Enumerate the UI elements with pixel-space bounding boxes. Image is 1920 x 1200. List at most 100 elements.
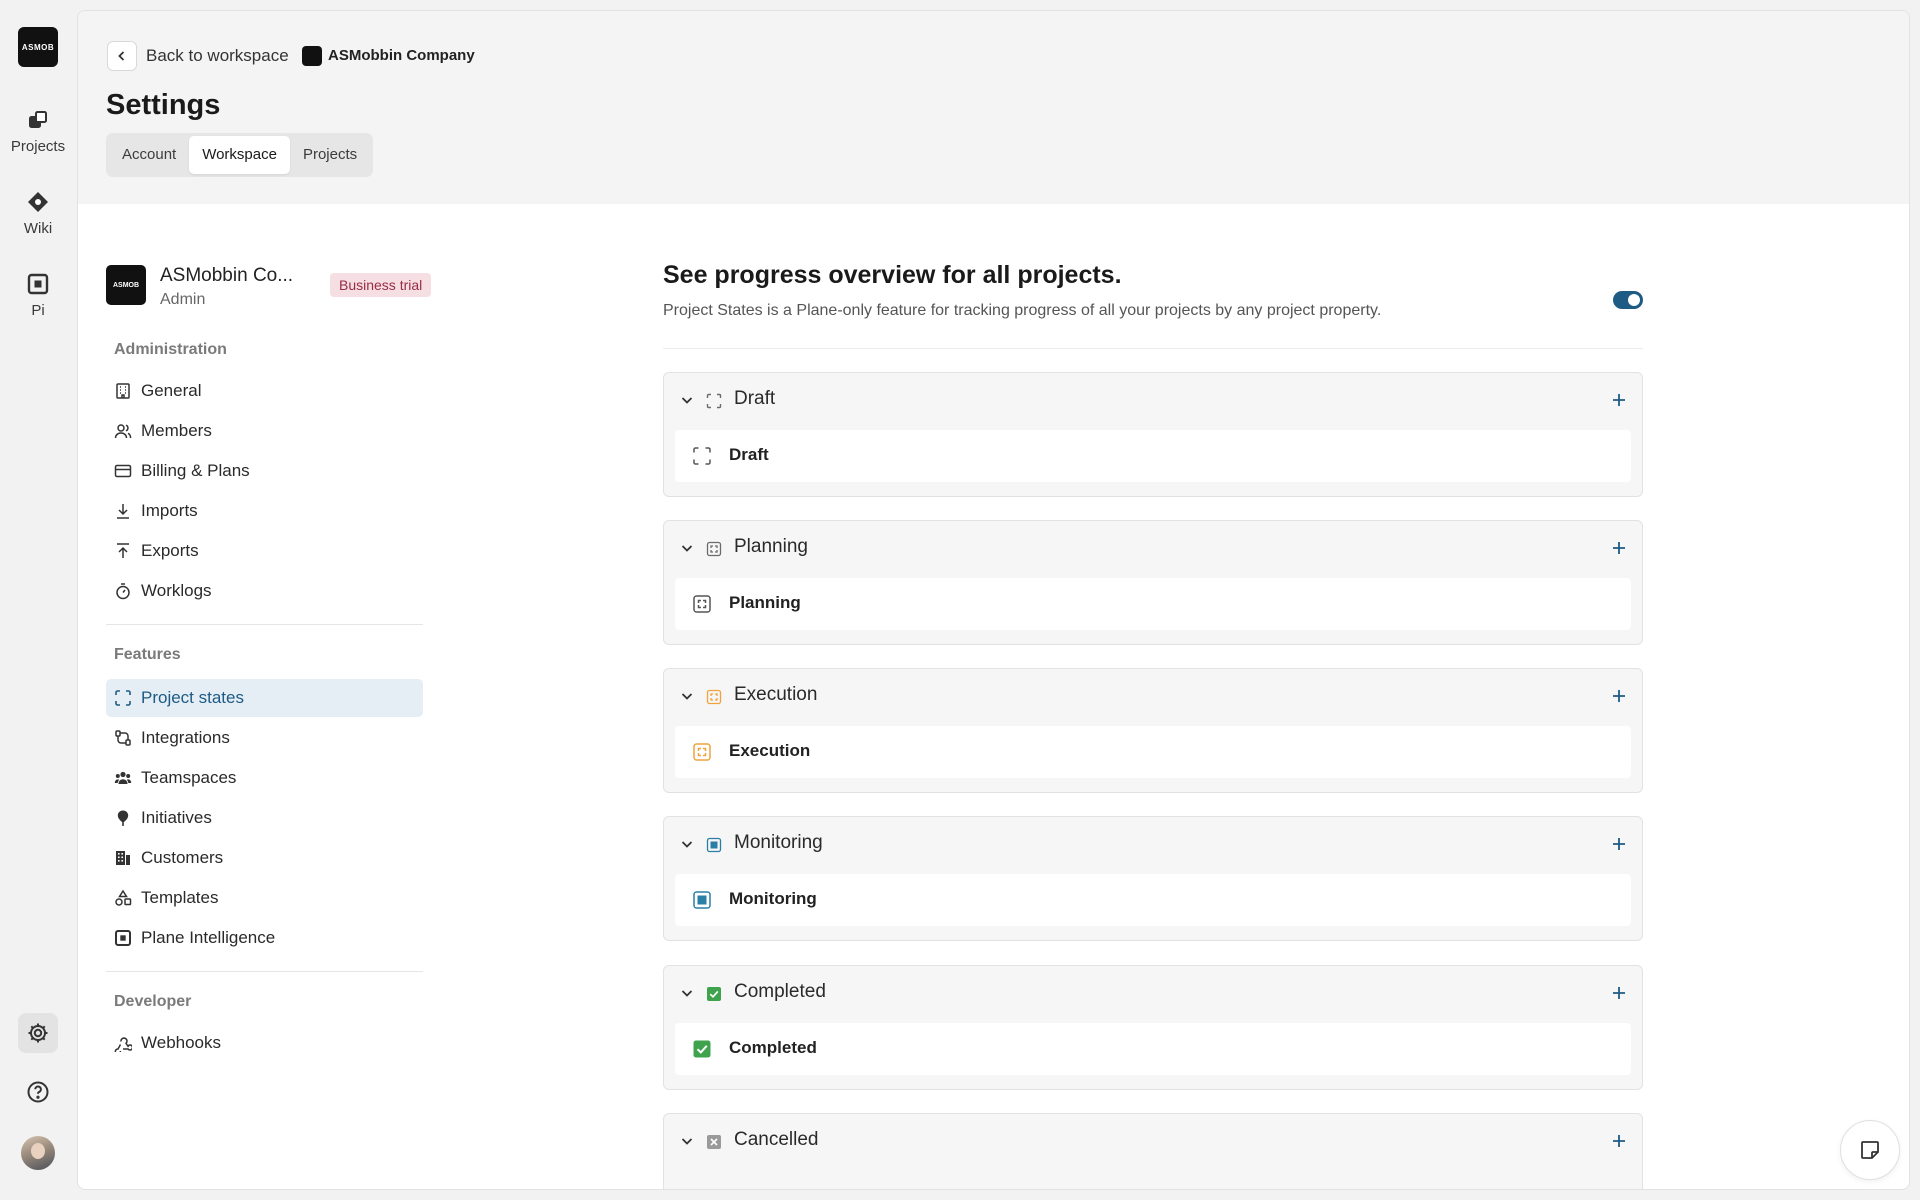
tab-workspace[interactable]: Workspace bbox=[189, 136, 290, 174]
chevron-down-icon[interactable] bbox=[678, 687, 696, 705]
state-group-name: Monitoring bbox=[734, 832, 823, 853]
state-group-execution: Execution Execution bbox=[663, 668, 1643, 793]
rail-pi[interactable]: Pi bbox=[0, 272, 76, 319]
project-states-content: See progress overview for all projects. … bbox=[663, 261, 1643, 1189]
sidebar-item-imports[interactable]: Imports bbox=[106, 492, 423, 530]
sidebar-item-initiatives[interactable]: Initiatives bbox=[106, 799, 423, 837]
sidebar-item-teamspaces[interactable]: Teamspaces bbox=[106, 759, 423, 797]
state-row[interactable]: Monitoring bbox=[675, 874, 1631, 926]
back-button[interactable] bbox=[107, 41, 137, 71]
timer-icon bbox=[116, 583, 130, 600]
sidebar-item-label: Teamspaces bbox=[141, 768, 237, 787]
state-group-name: Execution bbox=[734, 684, 818, 705]
user-avatar[interactable] bbox=[21, 1136, 55, 1170]
teamspaces-icon bbox=[114, 771, 132, 784]
settings-panel: Back to workspace ASMobbin Company Setti… bbox=[77, 10, 1910, 1190]
building-icon bbox=[116, 383, 130, 399]
state-group-name: Completed bbox=[734, 981, 826, 1002]
chevron-down-icon[interactable] bbox=[678, 539, 696, 557]
sidebar-item-billing[interactable]: Billing & Plans bbox=[106, 452, 423, 490]
state-row[interactable]: Planning bbox=[675, 578, 1631, 630]
sidebar-item-project-states[interactable]: Project states bbox=[106, 679, 423, 717]
page-title: Settings bbox=[106, 89, 221, 121]
templates-icon bbox=[115, 889, 132, 906]
section-features: Features bbox=[114, 646, 181, 663]
rail-wiki[interactable]: Wiki bbox=[0, 190, 76, 237]
tab-account[interactable]: Account bbox=[109, 136, 189, 174]
feedback-button[interactable] bbox=[1840, 1120, 1900, 1180]
state-name: Execution bbox=[729, 741, 811, 760]
monitoring-state-icon bbox=[693, 891, 711, 909]
sidebar-item-label: General bbox=[141, 381, 202, 400]
state-group-planning: Planning Planning bbox=[663, 520, 1643, 645]
sidebar-item-worklogs[interactable]: Worklogs bbox=[106, 572, 423, 610]
rail-projects-label: Projects bbox=[10, 138, 66, 155]
execution-state-icon bbox=[706, 689, 722, 705]
pi-icon bbox=[27, 273, 49, 295]
customers-icon bbox=[116, 851, 130, 865]
integrations-icon bbox=[115, 730, 131, 746]
help-button[interactable] bbox=[18, 1072, 58, 1112]
sidebar-item-integrations[interactable]: Integrations bbox=[106, 719, 423, 757]
chevron-down-icon[interactable] bbox=[678, 391, 696, 409]
add-state-button[interactable] bbox=[1610, 984, 1628, 1002]
project-states-toggle[interactable] bbox=[1613, 291, 1643, 309]
back-to-workspace-link[interactable]: Back to workspace bbox=[146, 46, 289, 66]
draft-state-icon bbox=[693, 447, 711, 465]
rail-pi-label: Pi bbox=[31, 302, 45, 319]
state-name: Planning bbox=[729, 593, 801, 612]
sidebar-item-label: Worklogs bbox=[141, 581, 212, 600]
sidebar-item-templates[interactable]: Templates bbox=[106, 879, 423, 917]
tab-projects[interactable]: Projects bbox=[290, 136, 370, 174]
download-icon bbox=[117, 504, 129, 519]
state-group-name: Cancelled bbox=[734, 1129, 819, 1150]
initiatives-icon bbox=[117, 810, 129, 826]
chevron-down-icon[interactable] bbox=[678, 984, 696, 1002]
sidebar-item-label: Imports bbox=[141, 501, 198, 520]
section-administration: Administration bbox=[114, 341, 227, 358]
note-icon bbox=[1861, 1141, 1879, 1159]
add-state-button[interactable] bbox=[1610, 687, 1628, 705]
draft-state-icon bbox=[706, 393, 722, 409]
sidebar-item-general[interactable]: General bbox=[106, 372, 423, 410]
rail-wiki-label: Wiki bbox=[23, 220, 53, 237]
rail-projects[interactable]: Projects bbox=[0, 108, 76, 155]
sidebar-item-label: Project states bbox=[141, 688, 244, 707]
add-state-button[interactable] bbox=[1610, 1132, 1628, 1150]
completed-state-icon bbox=[707, 987, 721, 1001]
state-name: Draft bbox=[729, 445, 769, 464]
chevron-down-icon[interactable] bbox=[678, 1132, 696, 1150]
breadcrumb-workspace[interactable]: ASMobbin Company bbox=[328, 47, 475, 64]
app-rail: ASMOB Projects Wiki Pi bbox=[0, 0, 76, 1200]
sidebar-item-label: Templates bbox=[141, 888, 219, 907]
add-state-button[interactable] bbox=[1610, 391, 1628, 409]
upload-icon bbox=[117, 543, 129, 558]
state-group-name: Draft bbox=[734, 388, 776, 409]
plan-badge: Business trial bbox=[330, 273, 432, 297]
state-group-monitoring: Monitoring Monitoring bbox=[663, 816, 1643, 941]
wiki-icon bbox=[28, 192, 48, 212]
add-state-button[interactable] bbox=[1610, 539, 1628, 557]
workspace-card-logo: ASMOB bbox=[106, 265, 146, 305]
sidebar-item-label: Integrations bbox=[141, 728, 230, 747]
workspace-card-role: Admin bbox=[160, 291, 206, 308]
users-icon bbox=[114, 424, 132, 439]
chevron-down-icon[interactable] bbox=[678, 835, 696, 853]
sidebar-item-members[interactable]: Members bbox=[106, 412, 423, 450]
sidebar-item-label: Members bbox=[141, 421, 212, 440]
sidebar-item-exports[interactable]: Exports bbox=[106, 532, 423, 570]
add-state-button[interactable] bbox=[1610, 835, 1628, 853]
state-row[interactable]: Completed bbox=[675, 1023, 1631, 1075]
sidebar-item-webhooks[interactable]: Webhooks bbox=[106, 1024, 423, 1062]
state-name: Completed bbox=[729, 1038, 817, 1057]
state-row[interactable]: Draft bbox=[675, 430, 1631, 482]
project-states-icon bbox=[115, 690, 131, 706]
sidebar-item-label: Initiatives bbox=[141, 808, 212, 827]
settings-button[interactable] bbox=[18, 1013, 58, 1053]
sidebar-item-plane-intelligence[interactable]: Plane Intelligence bbox=[106, 919, 423, 957]
sidebar-item-customers[interactable]: Customers bbox=[106, 839, 423, 877]
chevron-left-icon bbox=[118, 51, 125, 61]
state-row[interactable]: Execution bbox=[675, 726, 1631, 778]
workspace-logo[interactable]: ASMOB bbox=[18, 27, 58, 67]
planning-state-icon bbox=[693, 595, 711, 613]
